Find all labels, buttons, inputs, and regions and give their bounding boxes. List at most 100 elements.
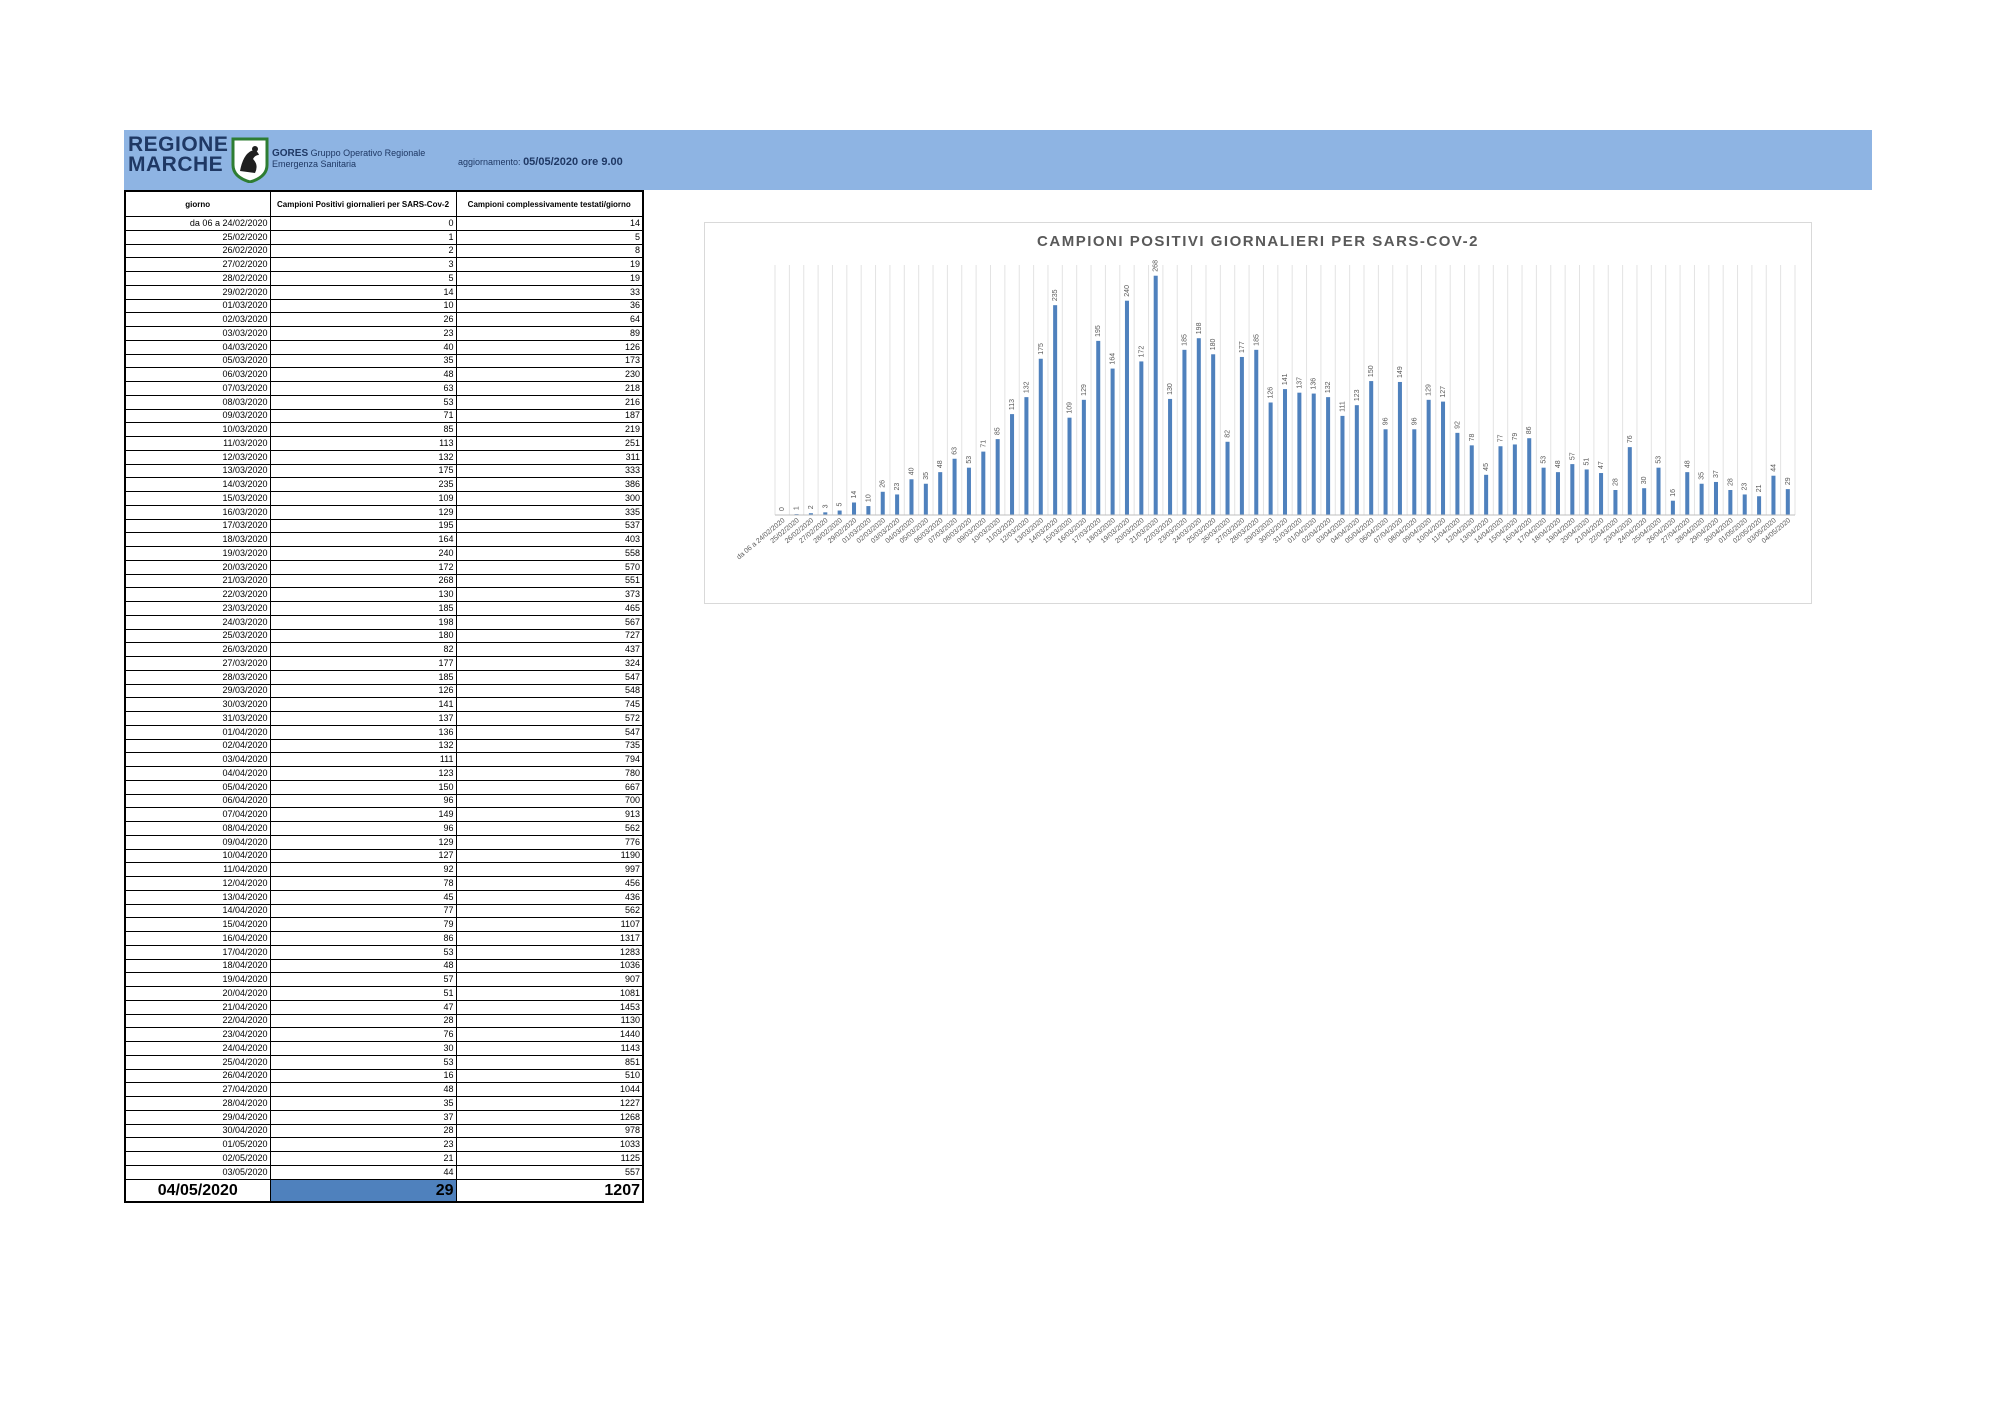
cell-date: 20/03/2020 xyxy=(124,559,271,575)
cell-tested: 373 xyxy=(455,587,644,602)
update-info: aggiornamento: 05/05/2020 ore 9.00 xyxy=(458,156,623,168)
data-label: 172 xyxy=(1138,346,1145,358)
cell-positive: 16 xyxy=(269,1068,457,1084)
data-label: 132 xyxy=(1023,381,1030,393)
table-row: 24/04/2020 30 1143 xyxy=(124,1041,644,1056)
table-row: 26/02/2020 2 8 xyxy=(124,243,644,259)
cell-date: 01/04/2020 xyxy=(124,724,271,740)
cell-tested: 1190 xyxy=(455,848,644,864)
cell-date: 27/04/2020 xyxy=(124,1082,271,1097)
cell-date: 18/04/2020 xyxy=(124,958,271,974)
bar xyxy=(952,458,957,515)
data-label: 2 xyxy=(808,505,815,509)
table-row: 02/05/2020 21 1125 xyxy=(124,1151,644,1166)
cell-date: 20/04/2020 xyxy=(124,986,271,1001)
table-row: 01/05/2020 23 1033 xyxy=(124,1137,644,1152)
cell-positive: 1 xyxy=(269,229,457,245)
table-header-row: giorno Campioni Positivi giornalieri per… xyxy=(124,190,644,217)
data-label: 76 xyxy=(1627,435,1634,443)
table-row: 30/04/2020 28 978 xyxy=(124,1123,644,1139)
cell-date: 15/03/2020 xyxy=(124,491,271,506)
data-label: 51 xyxy=(1584,458,1591,466)
cell-tested: 36 xyxy=(455,298,644,314)
cell-tested: 735 xyxy=(455,738,644,754)
update-label: aggiornamento: xyxy=(458,157,521,167)
cell-tested: 1033 xyxy=(455,1137,644,1152)
bar xyxy=(1412,429,1417,515)
table-row: 03/05/2020 44 557 xyxy=(124,1164,644,1180)
cell-tested: 436 xyxy=(455,889,644,905)
cell-date: 24/03/2020 xyxy=(124,614,271,630)
cell-date: 03/04/2020 xyxy=(124,752,271,767)
bar xyxy=(837,510,842,515)
cell-positive: 172 xyxy=(269,559,457,575)
bar xyxy=(1297,392,1302,515)
data-label: 40 xyxy=(908,467,915,475)
cell-positive: 28 xyxy=(269,1013,457,1029)
table-row: 09/04/2020 129 776 xyxy=(124,834,644,850)
data-label: 96 xyxy=(1411,417,1418,425)
bar xyxy=(966,467,971,515)
bar xyxy=(1441,401,1446,515)
table-row: 01/04/2020 136 547 xyxy=(124,724,644,740)
cell-tested: 1143 xyxy=(455,1041,644,1056)
bar xyxy=(1254,349,1259,515)
cell-tested: 1453 xyxy=(455,999,644,1015)
data-label: 164 xyxy=(1110,353,1117,365)
bar xyxy=(1311,393,1316,515)
column-header-positivi: Campioni Positivi giornalieri per SARS-C… xyxy=(269,190,457,217)
data-label: 23 xyxy=(1742,483,1749,491)
data-label: 53 xyxy=(1656,456,1663,464)
bar xyxy=(1110,368,1115,515)
data-label: 10 xyxy=(865,494,872,502)
table-row: 28/02/2020 5 19 xyxy=(124,271,644,286)
bar xyxy=(1555,472,1560,515)
cell-positive: 86 xyxy=(269,931,457,946)
bar xyxy=(866,506,871,515)
cell-date: 10/04/2020 xyxy=(124,848,271,864)
cell-tested: 465 xyxy=(455,601,644,616)
cell-date: 19/03/2020 xyxy=(124,546,271,561)
cell-positive: 23 xyxy=(269,1137,457,1152)
cell-date: 10/03/2020 xyxy=(124,422,271,437)
cell-positive: 185 xyxy=(269,601,457,616)
bar xyxy=(1340,415,1345,515)
bar xyxy=(1053,305,1058,515)
bar xyxy=(1124,300,1129,515)
cell-date: 04/03/2020 xyxy=(124,339,271,355)
table-row: 02/04/2020 132 735 xyxy=(124,738,644,754)
cell-tested: 780 xyxy=(455,766,644,781)
cell-tested: 567 xyxy=(455,614,644,630)
cell-date: 29/03/2020 xyxy=(124,683,271,699)
table-row: 25/02/2020 1 5 xyxy=(124,229,644,245)
data-label: 127 xyxy=(1440,386,1447,398)
cell-tested: 187 xyxy=(455,408,644,424)
cell-positive: 92 xyxy=(269,862,457,877)
bar xyxy=(1613,490,1618,515)
table-row: 06/03/2020 48 230 xyxy=(124,367,644,382)
cell-date: 15/04/2020 xyxy=(124,917,271,932)
table-row: 07/03/2020 63 218 xyxy=(124,381,644,396)
bar xyxy=(923,483,928,515)
data-label: 5 xyxy=(837,503,844,507)
cell-tested: 794 xyxy=(455,752,644,767)
cell-positive: 129 xyxy=(269,834,457,850)
bar xyxy=(938,472,943,515)
bar xyxy=(1081,399,1086,515)
bar xyxy=(1728,490,1733,515)
table-row: 29/04/2020 37 1268 xyxy=(124,1109,644,1125)
data-label: 48 xyxy=(1555,460,1562,468)
bar xyxy=(1354,405,1359,515)
table-row: 19/04/2020 57 907 xyxy=(124,972,644,987)
data-label: 185 xyxy=(1181,334,1188,346)
table-row: 19/03/2020 240 558 xyxy=(124,546,644,561)
cell-tested: 1268 xyxy=(455,1109,644,1125)
header-banner: REGIONE MARCHE GORES Gruppo Operativo Reg… xyxy=(124,130,1872,190)
cell-positive: 28 xyxy=(269,1123,457,1139)
bar xyxy=(1541,467,1546,515)
cell-tested: 572 xyxy=(455,711,644,726)
cell-positive: 63 xyxy=(269,381,457,396)
chart-title: CAMPIONI POSITIVI GIORNALIERI PER SARS-C… xyxy=(1037,233,1479,250)
cell-date: 11/03/2020 xyxy=(124,436,271,451)
data-label: 77 xyxy=(1497,434,1504,442)
